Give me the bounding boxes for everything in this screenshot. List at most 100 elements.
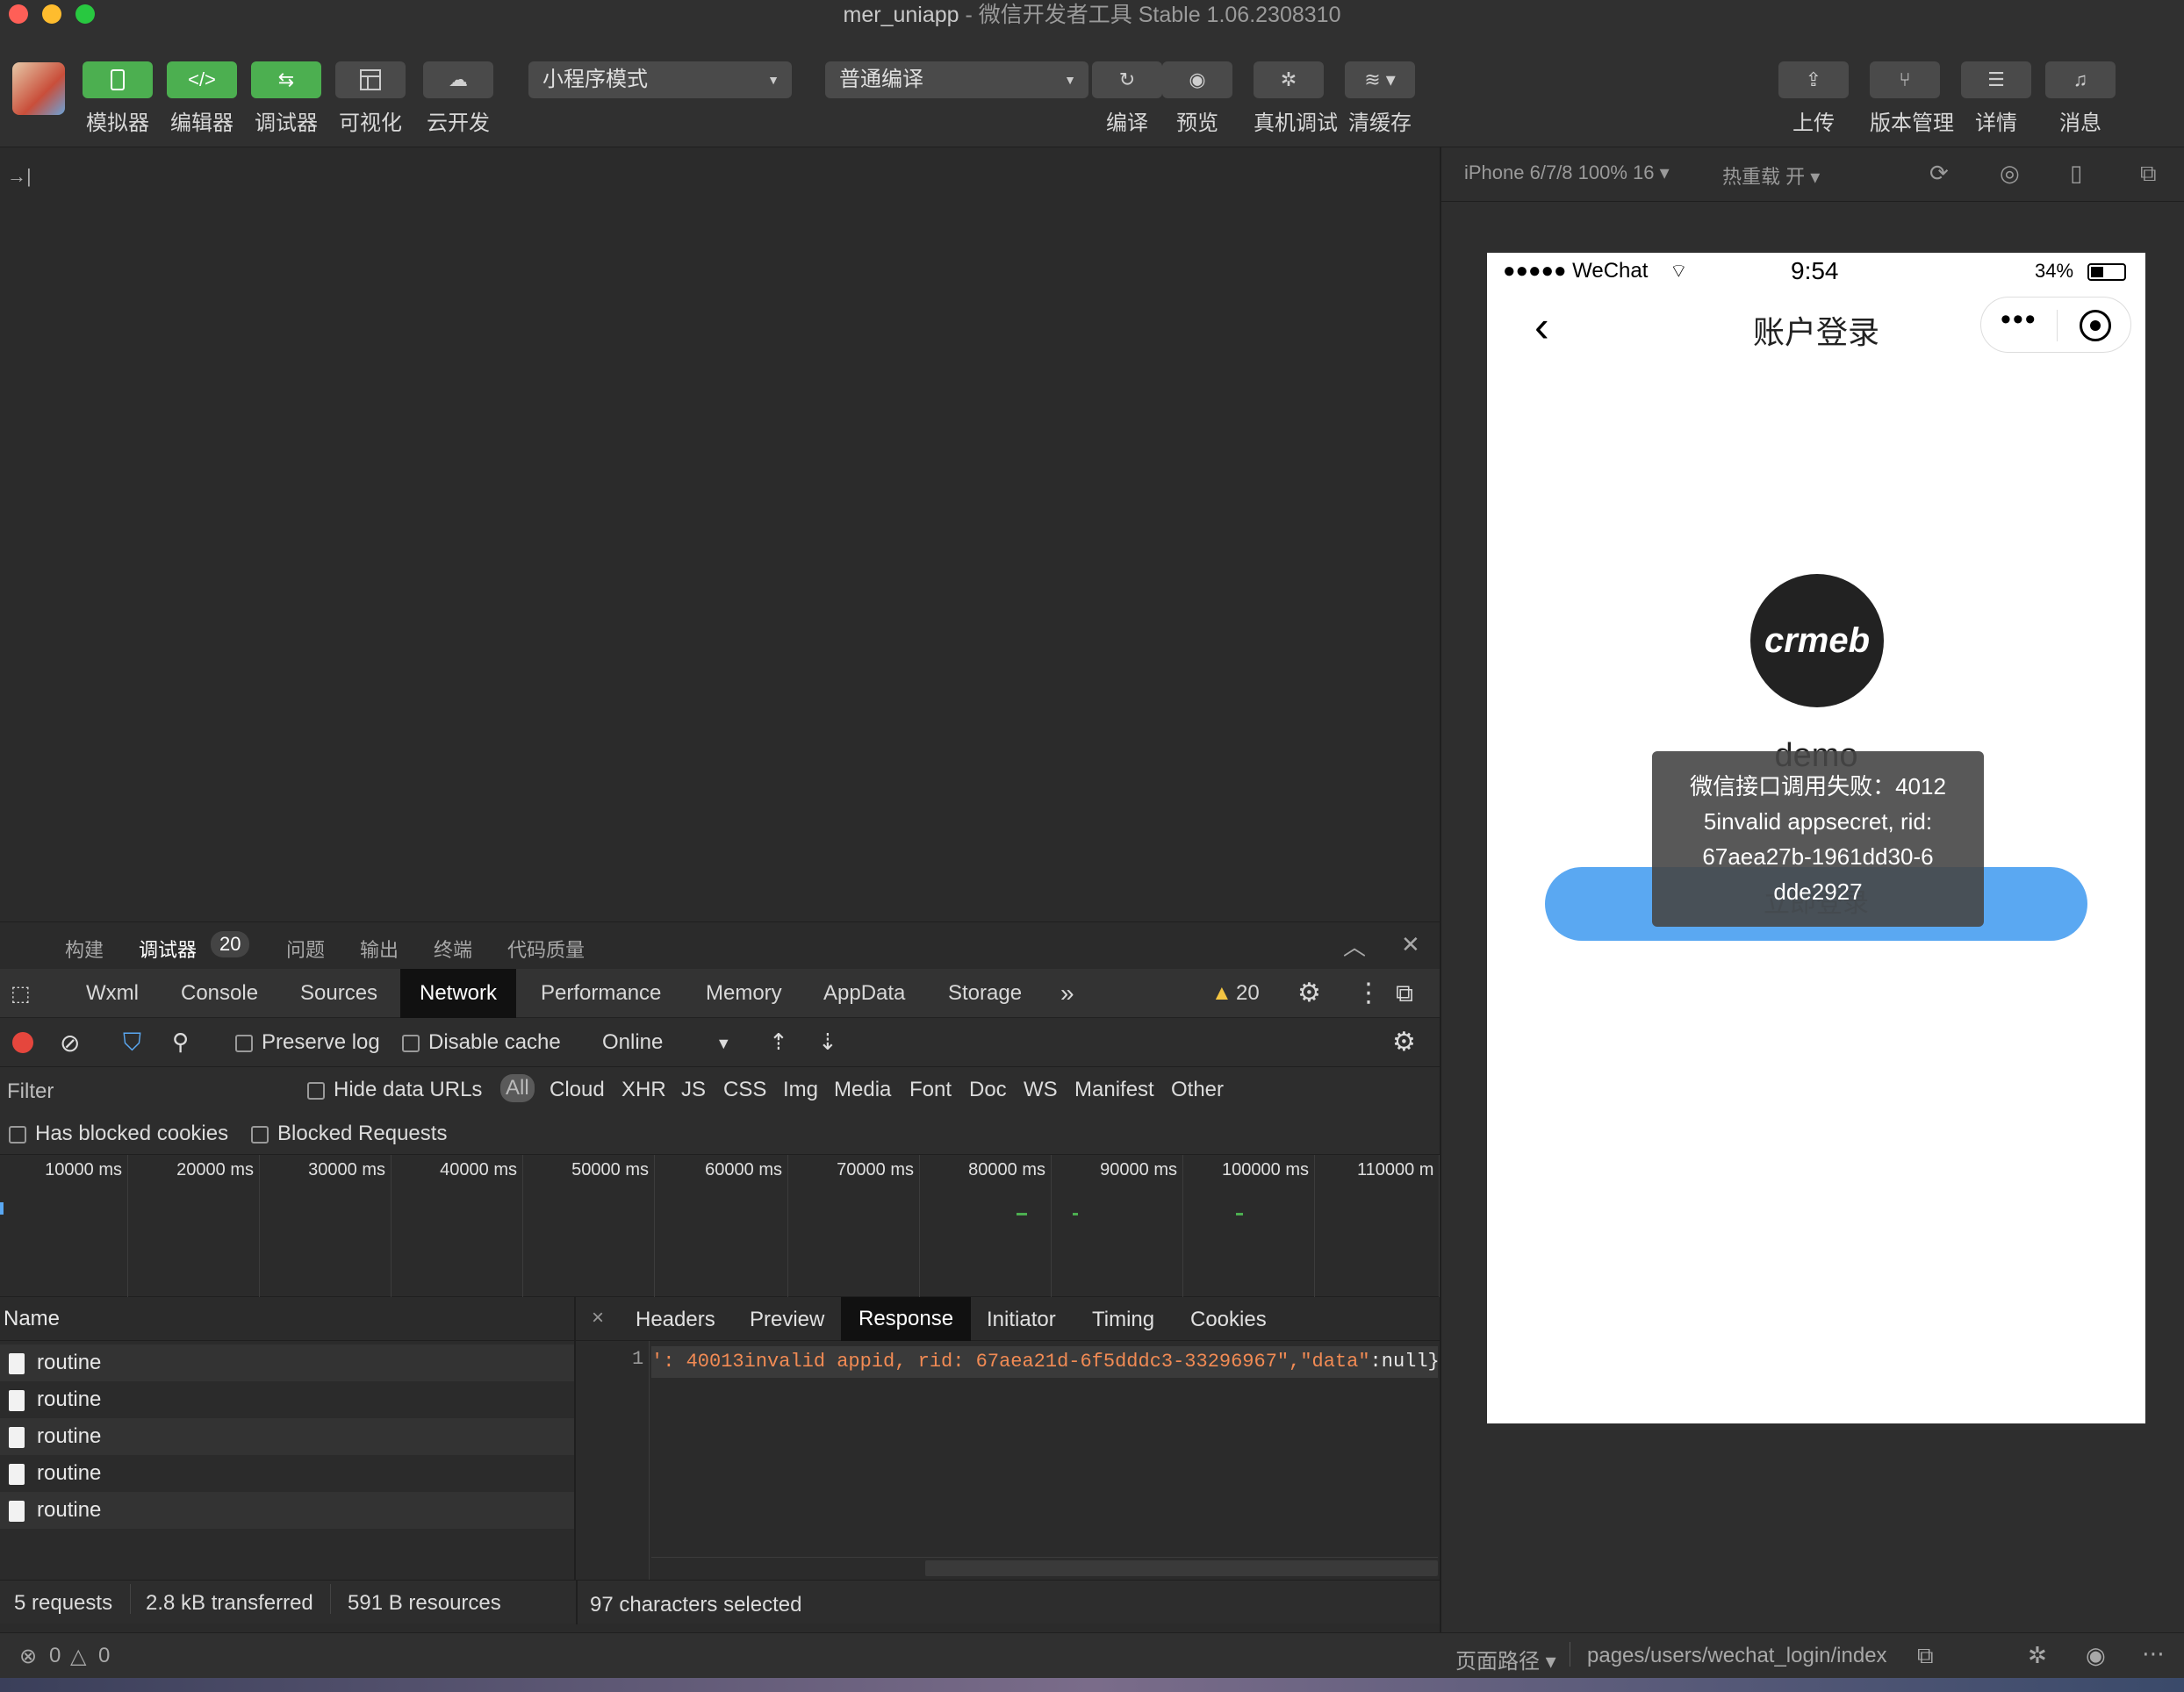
- type-css[interactable]: CSS: [723, 1078, 766, 1102]
- bug-icon[interactable]: ✲: [2028, 1642, 2047, 1669]
- tab-timing[interactable]: Timing: [1092, 1308, 1154, 1332]
- debugger-button[interactable]: ⇆ 调试器: [251, 61, 321, 136]
- expand-sidebar-icon[interactable]: →|: [7, 165, 32, 188]
- type-media[interactable]: Media: [834, 1078, 891, 1102]
- preserve-log-checkbox[interactable]: Preserve log: [235, 1030, 380, 1055]
- import-har-icon[interactable]: ⇡: [769, 1029, 788, 1056]
- real-device-debug-button[interactable]: ✲ 真机调试: [1254, 61, 1338, 136]
- editor-button[interactable]: </> 编辑器: [167, 61, 237, 136]
- horizontal-scrollbar[interactable]: [651, 1557, 1438, 1580]
- tab-debugger[interactable]: 调试器: [139, 935, 197, 963]
- type-cloud[interactable]: Cloud: [550, 1078, 605, 1102]
- throttle-select[interactable]: Online ▼: [602, 1030, 731, 1055]
- version-control-button[interactable]: ⑂ 版本管理: [1870, 61, 1954, 136]
- popout-icon[interactable]: ⧉: [2140, 160, 2157, 188]
- more-icon[interactable]: ⋯: [2142, 1640, 2165, 1667]
- mode-select[interactable]: 小程序模式 ▼: [528, 61, 792, 98]
- network-timeline[interactable]: 10000 ms 20000 ms 30000 ms 40000 ms 5000…: [0, 1155, 1440, 1297]
- tab-wxml[interactable]: Wxml: [67, 969, 158, 1018]
- type-js[interactable]: JS: [681, 1078, 706, 1102]
- type-other[interactable]: Other: [1171, 1078, 1224, 1102]
- compile-button[interactable]: ↻ 编译: [1092, 61, 1162, 136]
- table-row[interactable]: routine: [0, 1344, 574, 1381]
- inspect-icon[interactable]: ⬚: [11, 981, 31, 1007]
- table-row[interactable]: routine: [0, 1455, 574, 1492]
- rotate-icon[interactable]: ⟳: [1929, 160, 1949, 187]
- tab-cookies[interactable]: Cookies: [1190, 1308, 1267, 1332]
- battery-icon: [2087, 263, 2126, 281]
- device-select[interactable]: iPhone 6/7/8 100% 16 ▾: [1464, 161, 1670, 184]
- filter-icon[interactable]: ⛉: [123, 1029, 141, 1058]
- error-count[interactable]: 0: [49, 1644, 61, 1668]
- hot-reload-select[interactable]: 热重载 开 ▾: [1722, 161, 1820, 190]
- tab-console[interactable]: Console: [162, 969, 277, 1018]
- compile-select[interactable]: 普通编译 ▼: [825, 61, 1088, 98]
- messages-button[interactable]: ♫ 消息: [2045, 61, 2116, 136]
- response-body[interactable]: ': 40013invalid appid, rid: 67aea21d-6f5…: [651, 1346, 1438, 1378]
- tab-initiator[interactable]: Initiator: [987, 1308, 1056, 1332]
- details-button[interactable]: ☰ 详情: [1961, 61, 2031, 136]
- cloud-dev-button[interactable]: ☁ 云开发: [423, 61, 493, 136]
- page-path-select[interactable]: 页面路径 ▾: [1455, 1644, 1556, 1674]
- scrollbar-thumb[interactable]: [925, 1560, 1438, 1576]
- tab-build[interactable]: 构建: [65, 935, 104, 963]
- tab-headers[interactable]: Headers: [636, 1308, 715, 1332]
- settings-icon[interactable]: ⚙: [1297, 978, 1321, 1008]
- collapse-panel-icon[interactable]: ︿: [1343, 929, 1366, 962]
- more-tabs-icon[interactable]: »: [1041, 969, 1094, 1018]
- table-row[interactable]: routine: [0, 1418, 574, 1455]
- visualize-button[interactable]: 可视化: [335, 61, 406, 136]
- type-manifest[interactable]: Manifest: [1074, 1078, 1154, 1102]
- tab-output[interactable]: 输出: [360, 935, 399, 963]
- copy-icon[interactable]: ⧉: [1917, 1642, 1934, 1670]
- blocked-requests-checkbox[interactable]: Blocked Requests: [251, 1122, 447, 1146]
- document-icon: [9, 1427, 25, 1448]
- tab-issues[interactable]: 问题: [286, 935, 325, 963]
- device-icon[interactable]: ▯: [2070, 160, 2082, 187]
- simulator-button[interactable]: 模拟器: [83, 61, 153, 136]
- table-row[interactable]: routine: [0, 1492, 574, 1529]
- close-miniprogram-icon[interactable]: [2080, 310, 2111, 341]
- type-font[interactable]: Font: [909, 1078, 952, 1102]
- hide-data-urls-checkbox[interactable]: Hide data URLs: [307, 1078, 482, 1102]
- disable-cache-checkbox[interactable]: Disable cache: [402, 1030, 561, 1055]
- type-all[interactable]: All: [500, 1074, 535, 1102]
- tab-network[interactable]: Network: [400, 969, 517, 1018]
- close-panel-icon[interactable]: ✕: [1401, 931, 1420, 958]
- tab-memory[interactable]: Memory: [686, 969, 801, 1018]
- warning-icon: △: [70, 1645, 87, 1668]
- tab-performance[interactable]: Performance: [521, 969, 680, 1018]
- warning-count[interactable]: 0: [98, 1644, 110, 1668]
- type-xhr[interactable]: XHR: [621, 1078, 666, 1102]
- close-detail-icon[interactable]: ×: [592, 1306, 604, 1330]
- clear-cache-button[interactable]: ≋ ▾ 清缓存: [1345, 61, 1415, 136]
- network-settings-icon[interactable]: ⚙: [1392, 1027, 1416, 1058]
- preview-button[interactable]: ◉ 预览: [1162, 61, 1232, 136]
- tab-appdata[interactable]: AppData: [804, 969, 924, 1018]
- search-icon[interactable]: ⚲: [172, 1029, 189, 1056]
- warning-count[interactable]: 20: [1236, 981, 1260, 1006]
- filter-input[interactable]: Filter: [7, 1079, 54, 1104]
- clear-icon[interactable]: ⊘: [60, 1029, 80, 1058]
- undock-icon[interactable]: ⧉: [1396, 979, 1413, 1008]
- record-icon[interactable]: ◎: [2000, 160, 2020, 187]
- table-row[interactable]: routine: [0, 1381, 574, 1418]
- type-ws[interactable]: WS: [1024, 1078, 1058, 1102]
- more-icon[interactable]: •••: [2001, 303, 2037, 337]
- record-button[interactable]: [12, 1032, 33, 1053]
- export-har-icon[interactable]: ⇣: [818, 1029, 837, 1056]
- tab-storage[interactable]: Storage: [929, 969, 1041, 1018]
- tab-response[interactable]: Response: [841, 1297, 972, 1341]
- type-img[interactable]: Img: [783, 1078, 818, 1102]
- has-blocked-cookies-checkbox[interactable]: Has blocked cookies: [9, 1122, 228, 1146]
- tab-preview[interactable]: Preview: [750, 1308, 824, 1332]
- tab-sources[interactable]: Sources: [281, 969, 397, 1018]
- tab-code-quality[interactable]: 代码质量: [507, 935, 585, 963]
- avatar[interactable]: [12, 62, 65, 115]
- upload-button[interactable]: ⇪ 上传: [1778, 61, 1849, 136]
- kebab-menu-icon[interactable]: ⋮: [1355, 978, 1382, 1008]
- name-header[interactable]: Name: [0, 1297, 574, 1341]
- eye-icon[interactable]: ◉: [2086, 1642, 2106, 1669]
- tab-terminal[interactable]: 终端: [434, 935, 472, 963]
- type-doc[interactable]: Doc: [969, 1078, 1007, 1102]
